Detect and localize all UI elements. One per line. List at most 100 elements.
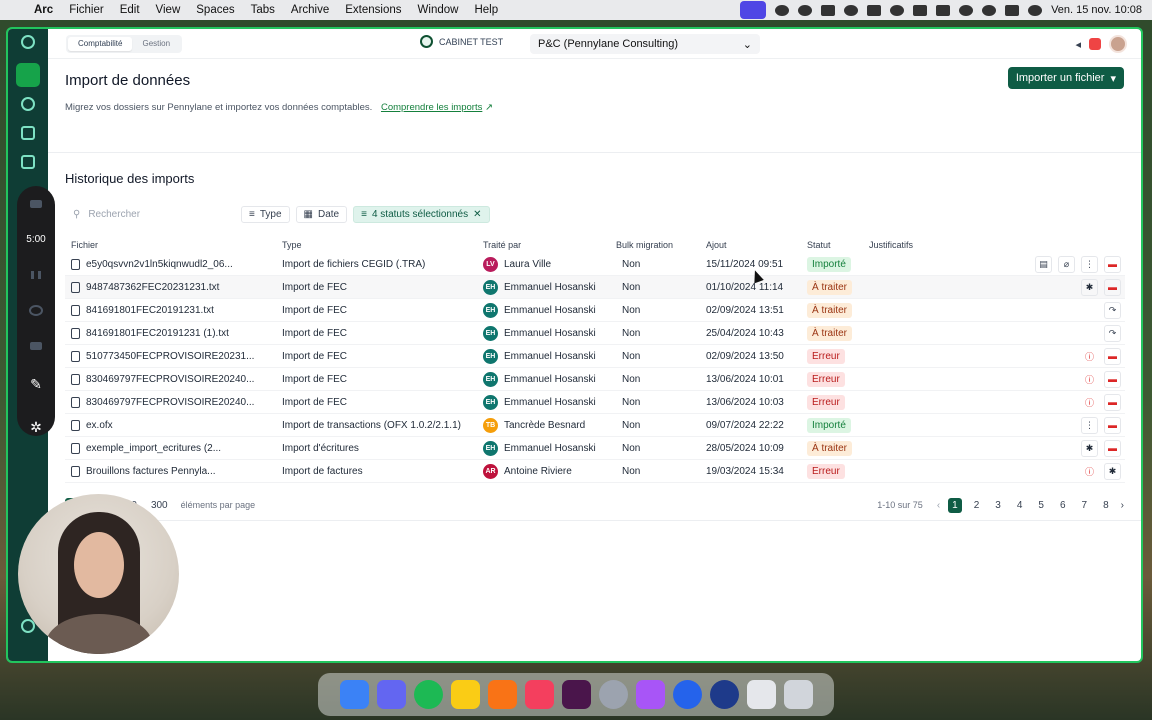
- date-filter-button[interactable]: ▦ Date: [295, 206, 348, 223]
- file-name[interactable]: ex.ofx: [86, 420, 113, 431]
- menu-fichier[interactable]: Fichier: [61, 4, 112, 16]
- file-name[interactable]: 841691801FEC20191231 (1).txt: [86, 328, 229, 339]
- cloud-icon[interactable]: [821, 4, 836, 16]
- header-ajout[interactable]: Ajout: [706, 240, 807, 250]
- search-input[interactable]: ⚲ Rechercher: [65, 206, 235, 223]
- attachment-icon[interactable]: ⌀: [1058, 255, 1075, 273]
- notification-icon[interactable]: [1089, 38, 1101, 50]
- page-4[interactable]: 4: [1013, 498, 1027, 513]
- webcam-bubble[interactable]: [18, 494, 179, 654]
- freeform-icon[interactable]: [487, 680, 517, 709]
- accounting-nav-icon[interactable]: [16, 63, 40, 87]
- file-cell[interactable]: 830469797FECPROVISOIRE20240...: [65, 396, 282, 408]
- file-cell[interactable]: Brouillons factures Pennyla...: [65, 465, 282, 477]
- prev-page-icon[interactable]: ‹: [937, 500, 940, 511]
- pen-icon[interactable]: ✎: [30, 376, 42, 393]
- menu-tabs[interactable]: Tabs: [243, 4, 283, 16]
- restart-icon[interactable]: [29, 305, 43, 316]
- file-name[interactable]: 830469797FECPROVISOIRE20240...: [86, 397, 254, 408]
- focus-icon[interactable]: [844, 4, 859, 16]
- finder-icon[interactable]: [339, 680, 369, 709]
- trash-icon[interactable]: [30, 341, 42, 351]
- control-center-icon[interactable]: [1005, 4, 1020, 16]
- page-5[interactable]: 5: [1034, 498, 1048, 513]
- headphones-icon[interactable]: [798, 4, 813, 16]
- table-row[interactable]: 841691801FEC20191231 (1).txt Import de FE…: [65, 322, 1125, 345]
- header-traite-par[interactable]: Traité par: [483, 240, 616, 250]
- battery-icon[interactable]: [936, 4, 951, 16]
- external-link-icon[interactable]: ↗: [485, 102, 493, 113]
- more-icon[interactable]: ⋮: [1081, 416, 1098, 434]
- book-nav-icon[interactable]: [21, 155, 35, 169]
- spotify-icon[interactable]: [413, 680, 443, 709]
- wrench-icon[interactable]: ✱: [1081, 439, 1098, 457]
- record-icon[interactable]: [867, 4, 882, 16]
- file-name[interactable]: 9487487362FEC20231231.txt: [86, 282, 219, 293]
- company-select[interactable]: P&C (Pennylane Consulting) ⌄: [530, 34, 760, 54]
- error-info-icon[interactable]: ⓘ: [1081, 462, 1098, 480]
- settings-icon[interactable]: [598, 680, 628, 709]
- header-statut[interactable]: Statut: [807, 240, 869, 250]
- page-6[interactable]: 6: [1056, 498, 1070, 513]
- page-8[interactable]: 8: [1099, 498, 1113, 513]
- resume-icon[interactable]: ↷: [1104, 324, 1121, 342]
- trash-dock-icon[interactable]: [783, 680, 813, 709]
- table-row[interactable]: Brouillons factures Pennyla... Import de …: [65, 460, 1125, 483]
- table-row[interactable]: exemple_import_ecritures (2... Import d'é…: [65, 437, 1125, 460]
- file-cell[interactable]: 830469797FECPROVISOIRE20240...: [65, 373, 282, 385]
- user-avatar[interactable]: [1109, 35, 1127, 53]
- podcasts-icon[interactable]: [635, 680, 665, 709]
- status-filter-chip[interactable]: ≡ 4 statuts sélectionnés ✕: [353, 206, 490, 223]
- page-3[interactable]: 3: [991, 498, 1005, 513]
- pause-icon[interactable]: [31, 271, 41, 280]
- file-name[interactable]: 510773450FECPROVISOIRE20231...: [86, 351, 254, 362]
- 1password-icon[interactable]: [709, 680, 739, 709]
- menu-extensions[interactable]: Extensions: [337, 4, 409, 16]
- magic-wand-icon[interactable]: ✲: [30, 419, 42, 436]
- header-fichier[interactable]: Fichier: [65, 240, 282, 250]
- file-cell[interactable]: e5y0qsvvn2v1ln5kiqnwudl2_06...: [65, 258, 282, 270]
- file-cell[interactable]: 510773450FECPROVISOIRE20231...: [65, 350, 282, 362]
- cabinet-label[interactable]: CABINET TEST: [420, 35, 503, 48]
- arc-browser-icon[interactable]: [376, 680, 406, 709]
- pennylane-logo-icon[interactable]: [21, 35, 35, 49]
- import-file-button[interactable]: Importer un fichier ▾: [1007, 67, 1124, 89]
- details-icon[interactable]: ▤: [1035, 255, 1052, 273]
- launchpad-icon[interactable]: [524, 680, 554, 709]
- arc-menubar-icon[interactable]: [740, 1, 767, 19]
- menu-window[interactable]: Window: [410, 4, 467, 16]
- resume-icon[interactable]: ↷: [1104, 301, 1121, 319]
- file-cell[interactable]: exemple_import_ecritures (2...: [65, 442, 282, 454]
- next-page-icon[interactable]: ›: [1121, 500, 1124, 511]
- delete-icon[interactable]: ▬: [1104, 439, 1121, 457]
- table-row[interactable]: 841691801FEC20191231.txt Import de FEC EH E…: [65, 299, 1125, 322]
- file-cell[interactable]: 841691801FEC20191231 (1).txt: [65, 327, 282, 339]
- document-icon[interactable]: [746, 680, 776, 709]
- file-cell[interactable]: ex.ofx: [65, 419, 282, 431]
- euro-nav-icon[interactable]: [21, 126, 35, 140]
- table-row[interactable]: ex.ofx Import de transactions (OFX 1.0.2/…: [65, 414, 1125, 437]
- table-row[interactable]: 9487487362FEC20231231.txt Import de FEC EH…: [65, 276, 1125, 299]
- file-name[interactable]: 841691801FEC20191231.txt: [86, 305, 214, 316]
- table-row[interactable]: 830469797FECPROVISOIRE20240... Import de …: [65, 368, 1125, 391]
- menu-arc[interactable]: Arc: [26, 4, 61, 16]
- error-info-icon[interactable]: ⓘ: [1081, 393, 1098, 411]
- menu-spaces[interactable]: Spaces: [188, 4, 242, 16]
- file-cell[interactable]: 841691801FEC20191231.txt: [65, 304, 282, 316]
- menubar-clock[interactable]: Ven. 15 nov. 10:08: [1051, 4, 1142, 16]
- file-cell[interactable]: 9487487362FEC20231231.txt: [65, 281, 282, 293]
- tab-comptabilite[interactable]: Comptabilité: [68, 37, 133, 51]
- delete-icon[interactable]: ▬: [1104, 278, 1121, 296]
- file-name[interactable]: 830469797FECPROVISOIRE20240...: [86, 374, 254, 385]
- close-icon[interactable]: ✕: [473, 209, 481, 220]
- more-icon[interactable]: ⋮: [1081, 255, 1098, 273]
- menu-help[interactable]: Help: [466, 4, 506, 16]
- siri-icon[interactable]: [1028, 4, 1043, 16]
- page-1[interactable]: 1: [948, 497, 962, 513]
- stop-icon[interactable]: [30, 200, 42, 209]
- play-icon[interactable]: [890, 4, 905, 16]
- wifi-icon[interactable]: [959, 4, 974, 16]
- error-info-icon[interactable]: ⓘ: [1081, 347, 1098, 365]
- brightness-icon[interactable]: [775, 4, 790, 16]
- header-type[interactable]: Type: [282, 240, 483, 250]
